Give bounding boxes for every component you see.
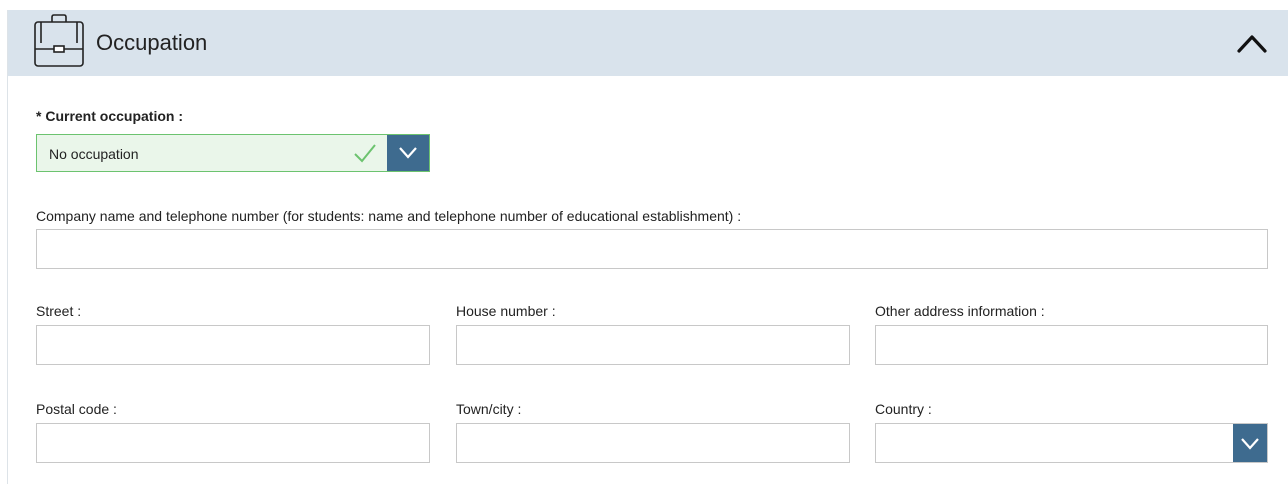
house-number-field[interactable]: [456, 325, 850, 365]
occupation-section-header[interactable]: Occupation: [8, 10, 1288, 76]
company-input[interactable]: [37, 230, 1267, 268]
section-title: Occupation: [96, 30, 208, 55]
town-input[interactable]: [457, 424, 849, 462]
country-label: Country :: [875, 401, 932, 417]
chevron-up-icon[interactable]: [1234, 27, 1270, 57]
house-number-input[interactable]: [457, 326, 849, 364]
company-field[interactable]: [36, 229, 1268, 269]
other-address-label: Other address information :: [875, 303, 1045, 319]
other-address-input[interactable]: [876, 326, 1267, 364]
street-field[interactable]: [36, 325, 430, 365]
town-label: Town/city :: [456, 401, 522, 417]
company-label: Company name and telephone number (for s…: [36, 208, 742, 224]
street-label: Street :: [36, 303, 82, 319]
chevron-down-icon: [399, 147, 417, 159]
checkmark-icon: [354, 144, 376, 163]
occupation-form-page: Occupation * Current occupation : No occ…: [0, 0, 1288, 484]
current-occupation-select[interactable]: No occupation: [36, 134, 430, 172]
left-border: [7, 10, 8, 484]
chevron-down-icon: [1241, 438, 1259, 450]
occupation-dropdown-button[interactable]: [387, 135, 429, 171]
country-dropdown-button[interactable]: [1233, 424, 1267, 462]
current-occupation-value: No occupation: [49, 146, 139, 162]
house-number-label: House number :: [456, 303, 556, 319]
postal-code-input[interactable]: [37, 424, 429, 462]
postal-code-label: Postal code :: [36, 401, 117, 417]
postal-code-field[interactable]: [36, 423, 430, 463]
town-field[interactable]: [456, 423, 850, 463]
current-occupation-label: * Current occupation :: [36, 108, 184, 124]
briefcase-icon: [34, 14, 84, 67]
other-address-field[interactable]: [875, 325, 1268, 365]
country-select[interactable]: [875, 423, 1268, 463]
street-input[interactable]: [37, 326, 429, 364]
